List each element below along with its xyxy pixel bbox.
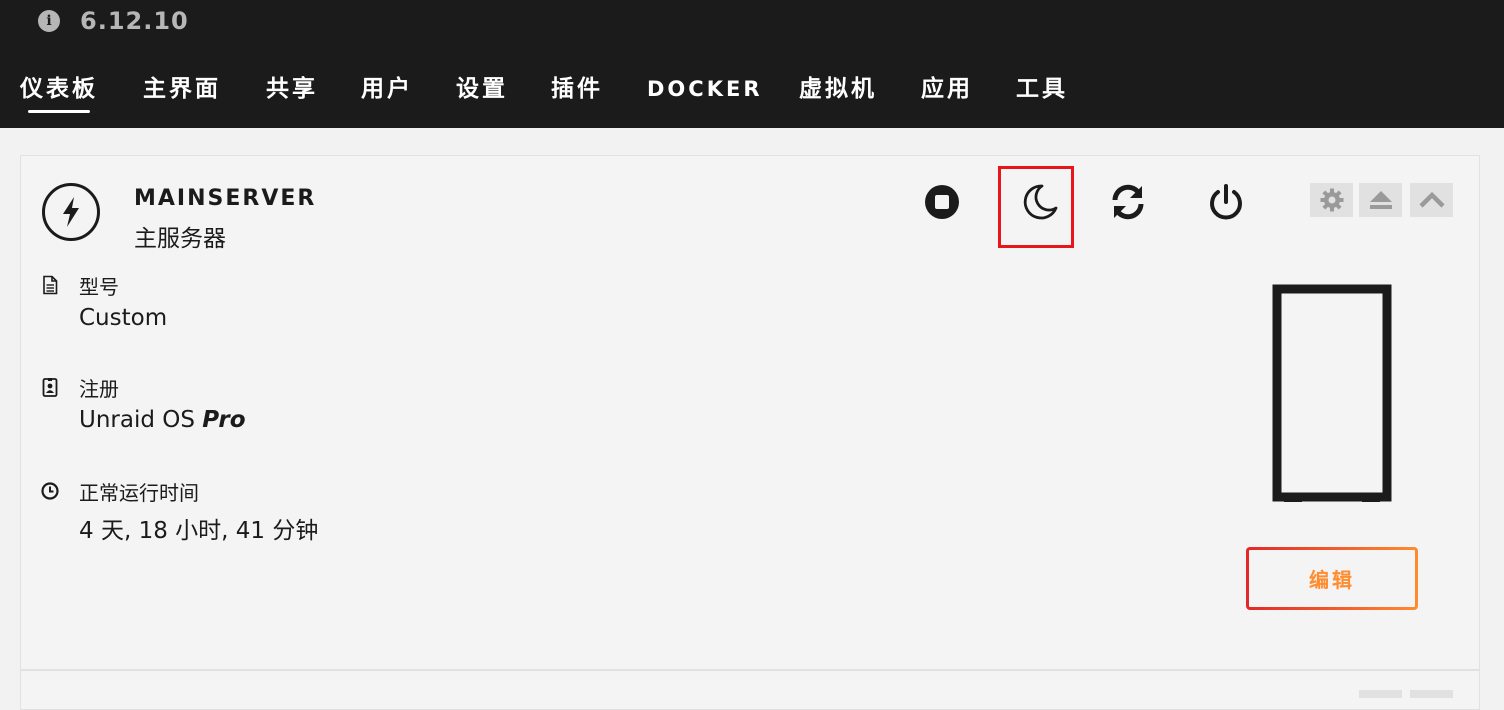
id-badge-icon bbox=[42, 378, 58, 397]
clock-icon bbox=[41, 482, 59, 500]
uptime-label: 正常运行时间 bbox=[79, 480, 199, 505]
nav-tab-tools[interactable]: 工具 bbox=[1016, 70, 1068, 110]
moon-icon bbox=[1023, 184, 1058, 220]
version-text: 6.12.10 bbox=[80, 7, 189, 35]
version-indicator[interactable]: i 6.12.10 bbox=[38, 6, 189, 36]
nav-tab-main[interactable]: 主界面 bbox=[143, 70, 221, 110]
nav-tab-settings[interactable]: 设置 bbox=[456, 70, 508, 110]
nav-tab-dashboard[interactable]: 仪表板 bbox=[20, 70, 98, 113]
stop-icon bbox=[925, 185, 959, 219]
nav-tab-docker[interactable]: DOCKER bbox=[647, 70, 762, 110]
chevron-up-icon bbox=[1418, 191, 1445, 208]
reboot-button[interactable] bbox=[1106, 180, 1150, 224]
next-panel bbox=[20, 670, 1480, 710]
server-name: MAINSERVER bbox=[134, 186, 317, 211]
registration-info: 注册 Unraid OS Pro bbox=[40, 372, 246, 433]
registration-value: Unraid OS Pro bbox=[79, 407, 246, 433]
lightning-bolt-icon bbox=[42, 183, 100, 241]
next-panel-eject-button[interactable] bbox=[1359, 690, 1402, 698]
model-label: 型号 bbox=[79, 274, 119, 299]
refresh-icon bbox=[1112, 184, 1144, 220]
model-value: Custom bbox=[79, 305, 168, 331]
eject-icon bbox=[1369, 191, 1392, 209]
edit-button[interactable]: 编辑 bbox=[1246, 547, 1418, 610]
nav-tab-users[interactable]: 用户 bbox=[361, 70, 413, 110]
nav-tab-vms[interactable]: 虚拟机 bbox=[799, 70, 877, 110]
nav-tab-apps[interactable]: 应用 bbox=[921, 70, 973, 110]
server-description: 主服务器 bbox=[134, 226, 226, 252]
nav-tab-plugins[interactable]: 插件 bbox=[551, 70, 603, 110]
settings-button[interactable] bbox=[1310, 183, 1353, 217]
uptime-info: 正常运行时间 4 天, 18 小时, 41 分钟 bbox=[40, 476, 318, 545]
power-button[interactable] bbox=[1204, 180, 1248, 224]
registration-tier: Pro bbox=[202, 407, 246, 433]
sleep-button[interactable] bbox=[1018, 180, 1062, 224]
gear-icon bbox=[1320, 188, 1343, 212]
document-icon bbox=[43, 275, 58, 295]
uptime-value: 4 天, 18 小时, 41 分钟 bbox=[79, 518, 319, 544]
info-icon[interactable]: i bbox=[38, 10, 60, 32]
nav-tab-shares[interactable]: 共享 bbox=[266, 70, 318, 110]
stop-array-button[interactable] bbox=[920, 180, 964, 224]
registration-label: 注册 bbox=[79, 376, 119, 401]
collapse-button[interactable] bbox=[1410, 183, 1453, 217]
model-info: 型号 Custom bbox=[40, 270, 167, 331]
server-case-image bbox=[1272, 284, 1392, 502]
power-icon bbox=[1210, 184, 1242, 220]
next-panel-collapse-button[interactable] bbox=[1410, 690, 1453, 698]
eject-button[interactable] bbox=[1359, 183, 1402, 217]
top-bar: i 6.12.10 仪表板 主界面 共享 用户 设置 插件 DOCKER 虚拟机… bbox=[0, 0, 1504, 128]
main-nav: 仪表板 主界面 共享 用户 设置 插件 DOCKER 虚拟机 应用 工具 bbox=[0, 70, 1504, 118]
registration-os: Unraid OS bbox=[79, 407, 195, 433]
